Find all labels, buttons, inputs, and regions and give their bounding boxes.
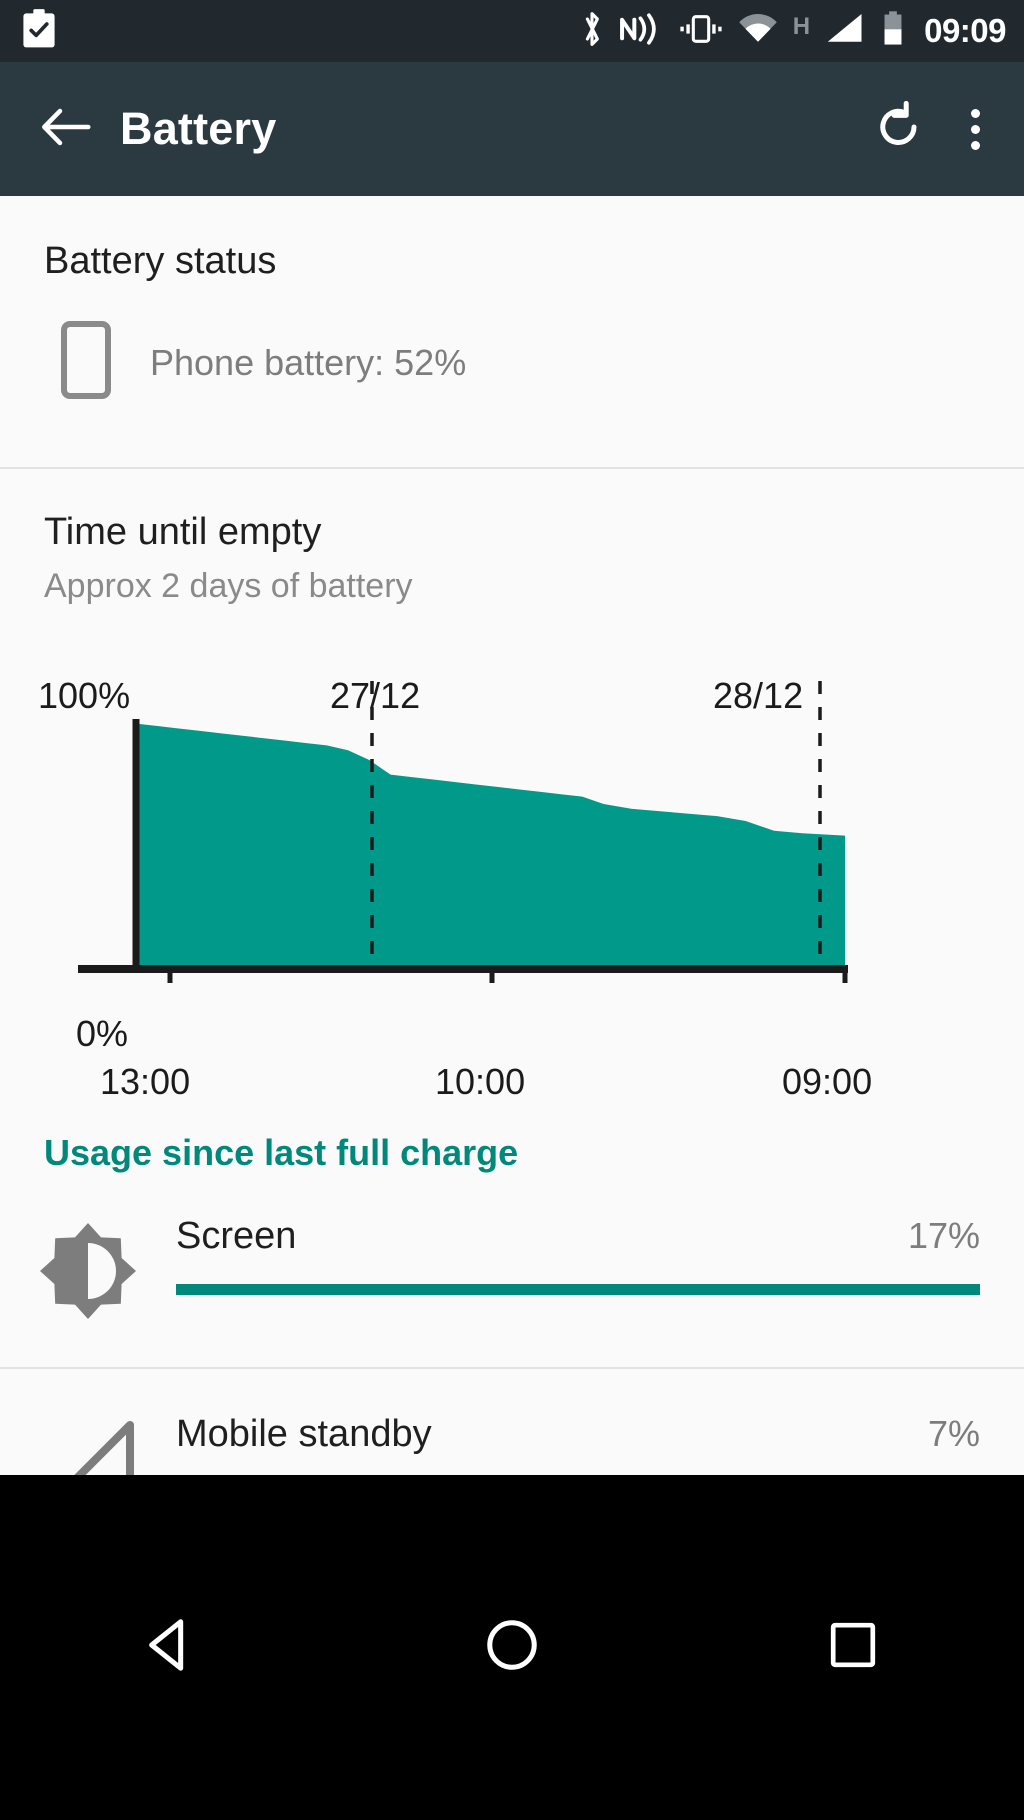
nav-home-button[interactable] xyxy=(422,1616,602,1679)
usage-item-header: Screen 17% xyxy=(176,1215,980,1258)
battery-status-heading: Battery status xyxy=(44,240,277,282)
wifi-icon xyxy=(737,9,779,54)
brightness-icon xyxy=(0,1215,176,1321)
bluetooth-icon xyxy=(579,9,605,54)
phone-icon xyxy=(60,320,112,405)
overflow-dot xyxy=(971,140,980,150)
battery-history-chart: 100% 0% 27/12 28/12 13:00 10:00 09:00 xyxy=(0,631,1024,1102)
nav-recents-button[interactable] xyxy=(763,1618,943,1677)
triangle-back-icon xyxy=(142,1616,200,1679)
vibrate-icon xyxy=(679,9,723,54)
back-button[interactable] xyxy=(0,104,120,155)
chart-x-tick-label: 10:00 xyxy=(435,1061,526,1102)
time-until-empty-subtitle: Approx 2 days of battery xyxy=(44,567,413,605)
battery-icon xyxy=(880,9,906,54)
overflow-dot xyxy=(971,108,980,118)
circle-home-icon xyxy=(483,1616,541,1679)
phone-battery-row[interactable]: Phone battery: 52% xyxy=(0,280,1024,405)
chart-area-series xyxy=(135,723,845,965)
network-type-indicator: H xyxy=(792,13,811,40)
refresh-button[interactable] xyxy=(873,100,925,158)
nfc-icon xyxy=(619,9,665,54)
time-until-empty-heading: Time until empty xyxy=(44,511,322,553)
usage-item-percent: 7% xyxy=(927,1413,980,1454)
app-bar-actions xyxy=(873,100,1024,158)
phone-battery-label: Phone battery: 52% xyxy=(150,341,467,383)
chart-canvas xyxy=(78,681,848,983)
status-bar: H 09:09 xyxy=(0,0,1024,62)
main-content: Battery status Phone battery: 52% Time u… xyxy=(0,196,1024,1513)
overflow-dot xyxy=(971,124,980,134)
usage-list-item-screen[interactable]: Screen 17% xyxy=(0,1171,1024,1367)
mobile-signal-icon xyxy=(824,9,866,54)
app-bar: Battery xyxy=(0,62,1024,196)
usage-item-progress-track xyxy=(176,1284,980,1295)
usage-item-percent: 17% xyxy=(907,1215,980,1256)
status-bar-clock: 09:09 xyxy=(924,12,1006,49)
chart-x-tick-label: 09:00 xyxy=(782,1061,873,1102)
chart-x-axis-labels: 13:00 10:00 09:00 xyxy=(0,1061,1024,1121)
overflow-menu-button[interactable] xyxy=(971,108,980,150)
usage-item-header: Mobile standby 7% xyxy=(176,1413,980,1456)
square-recents-icon xyxy=(826,1618,880,1677)
nav-back-button[interactable] xyxy=(81,1616,261,1679)
system-navigation-bar xyxy=(0,1475,1024,1820)
usage-item-name: Screen xyxy=(176,1215,297,1257)
work-profile-badge-icon xyxy=(22,8,56,54)
usage-item-name: Mobile standby xyxy=(176,1413,432,1455)
page-title: Battery xyxy=(120,103,277,154)
status-bar-left xyxy=(0,8,56,54)
chart-x-tick-label: 13:00 xyxy=(100,1061,191,1102)
usage-item-progress-fill xyxy=(176,1284,980,1295)
status-bar-right: H 09:09 xyxy=(579,9,1024,54)
usage-item-body: Screen 17% xyxy=(176,1215,1024,1295)
arrow-left-icon xyxy=(40,104,94,155)
